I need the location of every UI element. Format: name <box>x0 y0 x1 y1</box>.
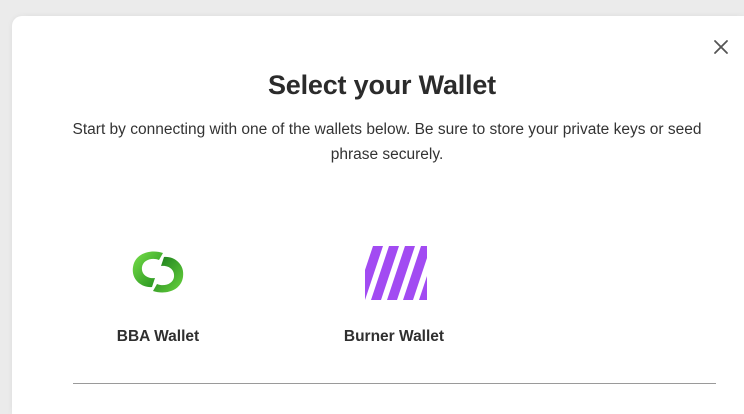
modal-title: Select your Wallet <box>268 70 496 100</box>
close-icon <box>714 40 728 54</box>
wallet-option-burner[interactable]: Burner Wallet <box>314 230 474 360</box>
close-button[interactable] <box>708 34 734 60</box>
burner-wallet-label: Burner Wallet <box>343 328 445 345</box>
bba-wallet-logo-icon <box>125 242 191 302</box>
burner-wallet-logo-icon <box>361 242 427 302</box>
bba-wallet-label: BBA Wallet <box>116 328 200 345</box>
modal-subtitle: Start by connecting with one of the wall… <box>72 121 702 163</box>
divider <box>73 383 716 384</box>
wallet-option-bba[interactable]: BBA Wallet <box>78 230 238 360</box>
wallet-select-modal: Select your Wallet Start by connecting w… <box>12 16 744 414</box>
